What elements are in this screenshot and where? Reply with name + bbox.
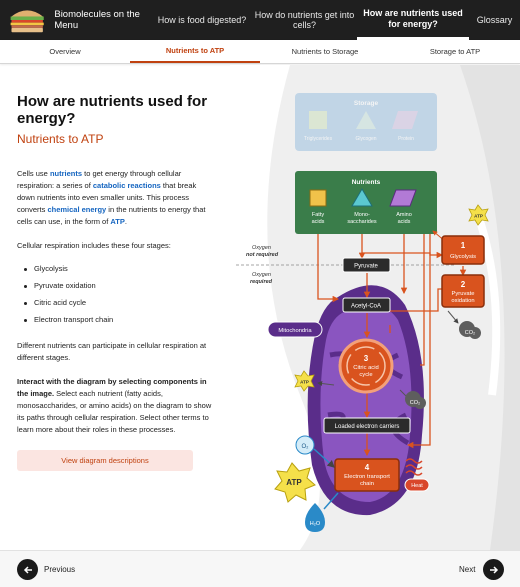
electron-transport-chain[interactable]: 4 Electron transport chain xyxy=(334,458,400,492)
atp-label: ATP xyxy=(300,380,309,385)
content-panel: How are nutrients used for energy? Nutri… xyxy=(0,65,230,550)
page-subtitle: Nutrients to ATP xyxy=(17,132,104,146)
sandwich-logo-icon xyxy=(10,10,44,33)
atp-small-top[interactable]: ATP xyxy=(468,204,489,226)
pyruvate-box[interactable]: Pyruvate xyxy=(342,257,391,273)
amino-acids-label: Amino acids xyxy=(396,212,412,225)
pyruvate-oxidation-box[interactable]: 2 Pyruvate oxidation xyxy=(441,274,485,308)
nav-food-digested[interactable]: How is food digested? xyxy=(152,0,252,40)
top-nav: How is food digested? How do nutrients g… xyxy=(152,0,520,40)
etc-line2: chain xyxy=(360,481,374,487)
etc-num: 4 xyxy=(365,463,370,472)
nav-nutrients-into-cells[interactable]: How do nutrients get into cells? xyxy=(252,0,357,40)
intro-text: Cells use xyxy=(17,169,50,178)
glycolysis-label: Glycolysis xyxy=(450,254,476,260)
link-atp[interactable]: ATP xyxy=(110,217,124,226)
list-item: Citric acid cycle xyxy=(17,294,213,311)
pyruvate-label: Pyruvate xyxy=(354,264,378,270)
list-item: Pyruvate oxidation xyxy=(17,277,213,294)
stages-intro: Cellular respiration includes these four… xyxy=(17,241,171,250)
citric-num: 3 xyxy=(364,354,369,363)
next-button[interactable] xyxy=(483,559,504,580)
o2-label: O₂ xyxy=(302,444,310,450)
previous-label[interactable]: Previous xyxy=(44,565,75,574)
list-item: Glycolysis xyxy=(17,260,213,277)
atp-label: ATP xyxy=(474,214,483,219)
tab-nutrients-to-storage[interactable]: Nutrients to Storage xyxy=(260,40,390,63)
storage-box[interactable]: Storage Triglycerides Glycogen Protein xyxy=(295,93,437,151)
citric-line1: Citric acid xyxy=(353,365,378,371)
link-catabolic-reactions[interactable]: catabolic reactions xyxy=(93,181,161,190)
citric-line2: cycle xyxy=(359,372,372,378)
sub-tabs: Overview Nutrients to ATP Nutrients to S… xyxy=(0,40,520,64)
intro-paragraph: Cells use nutrients to get energy throug… xyxy=(17,168,213,228)
page-title: How are nutrients used for energy? xyxy=(17,93,208,127)
intro-text: . xyxy=(124,217,127,226)
storage-item: Glycogen xyxy=(355,136,376,142)
storage-item: Protein xyxy=(398,136,414,142)
storage-title: Storage xyxy=(354,100,379,107)
acetyl-coa-label: Acetyl-CoA xyxy=(351,304,381,310)
brand[interactable]: Biomolecules on the Menu xyxy=(0,0,152,40)
tab-nutrients-to-atp[interactable]: Nutrients to ATP xyxy=(130,40,260,63)
pyrox-line1: Pyruvate xyxy=(452,291,475,297)
fatty-acids-label: Fatty acids xyxy=(312,212,325,225)
nutrients-title: Nutrients xyxy=(352,179,381,186)
pathways-text: Different nutrients can participate in c… xyxy=(17,341,207,362)
nav-nutrients-for-energy[interactable]: How are nutrients used for energy? xyxy=(357,0,469,40)
storage-item: Triglycerides xyxy=(304,136,333,142)
tab-storage-to-atp[interactable]: Storage to ATP xyxy=(390,40,520,63)
triglycerides-icon xyxy=(309,111,327,129)
pyrox-line2: oxidation xyxy=(451,298,474,304)
h2o-label: H₂O xyxy=(310,521,321,527)
tab-overview[interactable]: Overview xyxy=(0,40,130,63)
atp-label: ATP xyxy=(286,478,302,487)
link-chemical-energy[interactable]: chemical energy xyxy=(47,205,106,214)
glycolysis-num: 1 xyxy=(461,241,466,250)
arrow-left-icon xyxy=(23,565,32,574)
nav-glossary[interactable]: Glossary xyxy=(469,0,520,40)
footer-nav: Previous Next xyxy=(0,550,520,587)
heat-label: Heat xyxy=(411,483,423,489)
acetyl-coa-box[interactable]: Acetyl-CoA xyxy=(342,297,391,313)
loaded-electron-carriers[interactable]: Loaded electron carriers xyxy=(323,417,411,434)
pyrox-num: 2 xyxy=(461,280,466,289)
interact-instructions: Interact with the diagram by selecting c… xyxy=(17,376,213,436)
list-item: Electron transport chain xyxy=(17,311,213,328)
view-descriptions-button[interactable]: View diagram descriptions xyxy=(17,450,193,471)
previous-button[interactable] xyxy=(17,559,38,580)
diagram-panel: Storage Triglycerides Glycogen Protein N… xyxy=(230,65,520,550)
mitochondria-text: Mitochondria xyxy=(278,328,312,334)
co2-label: CO₂ xyxy=(465,330,475,336)
respiration-diagram: Storage Triglycerides Glycogen Protein N… xyxy=(230,65,520,550)
co2-bubble[interactable]: CO₂ xyxy=(459,321,481,339)
arrow-right-icon xyxy=(489,565,498,574)
top-bar: Biomolecules on the Menu How is food dig… xyxy=(0,0,520,40)
etc-line1: Electron transport xyxy=(344,474,390,480)
mitochondria-label[interactable]: Mitochondria xyxy=(267,321,323,338)
stages-list: Glycolysis Pyruvate oxidation Citric aci… xyxy=(17,260,213,328)
next-label[interactable]: Next xyxy=(459,565,475,574)
oxygen-required-label: Oxygen required xyxy=(250,272,273,285)
loaded-label: Loaded electron carriers xyxy=(335,424,400,430)
co2-label: CO₂ xyxy=(410,400,420,406)
citric-acid-cycle[interactable]: 3 Citric acid cycle xyxy=(338,338,394,394)
link-nutrients[interactable]: nutrients xyxy=(50,169,82,178)
app-title: Biomolecules on the Menu xyxy=(54,9,140,31)
glycolysis-box[interactable]: 1 Glycolysis xyxy=(441,235,485,265)
